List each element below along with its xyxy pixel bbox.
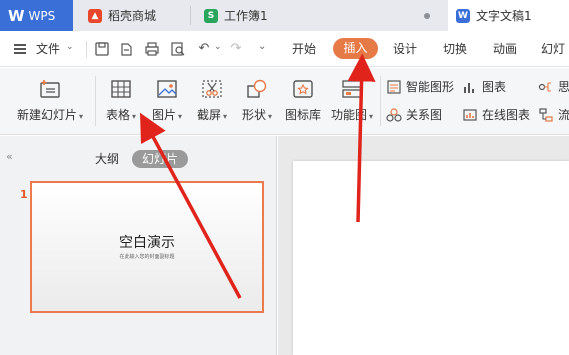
- chart-button[interactable]: 图表: [462, 78, 506, 95]
- tab-slides[interactable]: 幻灯片: [132, 150, 188, 168]
- table-icon: [111, 80, 131, 98]
- tab-outline[interactable]: 大纲: [95, 150, 119, 167]
- new-slide-icon: [40, 80, 60, 98]
- smart-shape-label: 智能图形: [406, 80, 455, 94]
- hamburger-menu-icon[interactable]: [14, 44, 26, 54]
- mind-map-label: 思: [558, 80, 569, 94]
- undo-dropdown-caret-icon[interactable]: ⌄: [214, 42, 222, 52]
- function-chart-icon: [342, 80, 362, 98]
- mind-map-button[interactable]: 思: [538, 78, 569, 95]
- menu-file[interactable]: 文件: [36, 40, 60, 57]
- menu-divider: [86, 41, 87, 58]
- menu-tab-slideshow[interactable]: 幻灯: [541, 40, 565, 57]
- menu-tab-animation[interactable]: 动画: [493, 40, 517, 57]
- shape-button[interactable]: 形状 ▾: [238, 78, 276, 123]
- shape-icon: [247, 79, 267, 98]
- slide-thumbnail-subtitle: 在此输入您的封面副标题: [119, 254, 175, 260]
- menu-tab-home[interactable]: 开始: [292, 40, 316, 57]
- flowchart-label: 流: [558, 108, 569, 122]
- menu-tab-transition[interactable]: 切换: [443, 40, 467, 57]
- writer-doc-icon: W: [456, 8, 470, 23]
- spreadsheet-icon: S: [204, 8, 218, 23]
- tab-daoke-label: 稻壳商城: [108, 9, 157, 23]
- slide-thumbnail[interactable]: 空白演示 在此输入您的封面副标题: [30, 181, 264, 313]
- table-button[interactable]: 表格 ▾: [102, 78, 140, 123]
- tab-workbook[interactable]: S 工作簿1: [196, 0, 442, 31]
- table-caret-icon[interactable]: ▾: [132, 112, 136, 121]
- online-chart-button[interactable]: 在线图表: [462, 106, 530, 123]
- icon-library-button[interactable]: 图标库: [283, 78, 323, 123]
- icon-library-label: 图标库: [284, 108, 321, 122]
- save-icon[interactable]: [94, 41, 110, 57]
- function-chart-button[interactable]: 功能图 ▾: [330, 78, 374, 123]
- title-tab-bar: W WPS ▲ 稻壳商城 S 工作簿1 W 文字文稿1: [0, 0, 569, 31]
- online-chart-icon: [463, 108, 477, 121]
- table-label: 表格: [105, 108, 130, 122]
- output-pdf-icon[interactable]: [118, 41, 134, 57]
- slide-navigation-panel: « 大纲 幻灯片 1 空白演示 在此输入您的封面副标题: [0, 136, 277, 355]
- slide-editing-canvas: [278, 136, 569, 355]
- ribbon-divider: [380, 76, 381, 126]
- picture-button[interactable]: 图片 ▾: [148, 78, 186, 123]
- shape-label: 形状: [241, 108, 266, 122]
- menu-tab-insert[interactable]: 插入: [333, 38, 378, 59]
- menu-bar: 文件 ⌄ ↶ ⌄ ↷ ⌄ 开始 设计 切换 动画 幻灯: [0, 31, 569, 67]
- more-quick-access-icon[interactable]: ⌄: [258, 41, 266, 52]
- undo-icon[interactable]: ↶: [196, 41, 212, 57]
- unsaved-dot-icon[interactable]: [424, 13, 430, 19]
- tab-wps-home[interactable]: W WPS: [0, 0, 73, 31]
- picture-caret-icon[interactable]: ▾: [178, 112, 182, 121]
- flowchart-icon: [539, 107, 553, 122]
- shape-caret-icon[interactable]: ▾: [268, 112, 272, 121]
- screenshot-button[interactable]: 截屏 ▾: [193, 78, 231, 123]
- redo-icon[interactable]: ↷: [228, 41, 244, 57]
- relation-chart-label: 关系图: [406, 108, 443, 122]
- new-slide-caret-icon[interactable]: ▾: [79, 112, 83, 121]
- insert-ribbon: 新建幻灯片 ▾ 表格 ▾ 图片 ▾ 截屏 ▾ 形状 ▾ 图标库 功能图 ▾ 智能图形 图表 …: [0, 68, 569, 135]
- chart-icon: [464, 82, 474, 93]
- relation-chart-icon: [386, 107, 402, 122]
- tab-document-label: 文字文稿1: [476, 9, 532, 23]
- print-icon[interactable]: [144, 41, 160, 57]
- tab-document[interactable]: W 文字文稿1: [448, 0, 569, 31]
- current-slide-page[interactable]: [293, 161, 569, 355]
- tab-divider: [190, 6, 191, 25]
- relation-chart-button[interactable]: 关系图: [386, 106, 442, 123]
- wps-logo-icon: W: [8, 6, 25, 25]
- online-chart-label: 在线图表: [482, 108, 531, 122]
- picture-label: 图片: [151, 108, 176, 122]
- slide-number: 1: [20, 188, 28, 201]
- print-preview-icon[interactable]: [170, 41, 186, 57]
- function-chart-label: 功能图: [330, 108, 367, 122]
- collapse-panel-icon[interactable]: «: [6, 150, 13, 163]
- tab-daoke-store[interactable]: ▲ 稻壳商城: [80, 0, 190, 31]
- smart-shape-button[interactable]: 智能图形: [386, 78, 454, 95]
- icon-library-icon: [293, 80, 313, 98]
- ribbon-divider: [95, 76, 96, 126]
- mind-map-icon: [538, 81, 551, 92]
- flame-icon: ▲: [88, 8, 102, 23]
- smart-shape-icon: [387, 79, 401, 94]
- flowchart-button[interactable]: 流: [538, 106, 569, 123]
- function-chart-caret-icon[interactable]: ▾: [369, 112, 373, 121]
- picture-icon: [157, 80, 177, 98]
- screenshot-scissors-icon: [202, 80, 222, 98]
- tab-wps-label: WPS: [28, 8, 56, 23]
- tab-workbook-label: 工作簿1: [224, 9, 268, 23]
- chart-label: 图表: [482, 80, 507, 94]
- menu-tab-design[interactable]: 设计: [393, 40, 417, 57]
- new-slide-button[interactable]: 新建幻灯片 ▾: [12, 78, 88, 123]
- screenshot-caret-icon[interactable]: ▾: [223, 112, 227, 121]
- file-dropdown-caret-icon[interactable]: ⌄: [66, 42, 74, 52]
- screenshot-label: 截屏: [196, 108, 221, 122]
- new-slide-label: 新建幻灯片: [16, 108, 77, 122]
- slide-thumbnail-title: 空白演示: [119, 235, 175, 251]
